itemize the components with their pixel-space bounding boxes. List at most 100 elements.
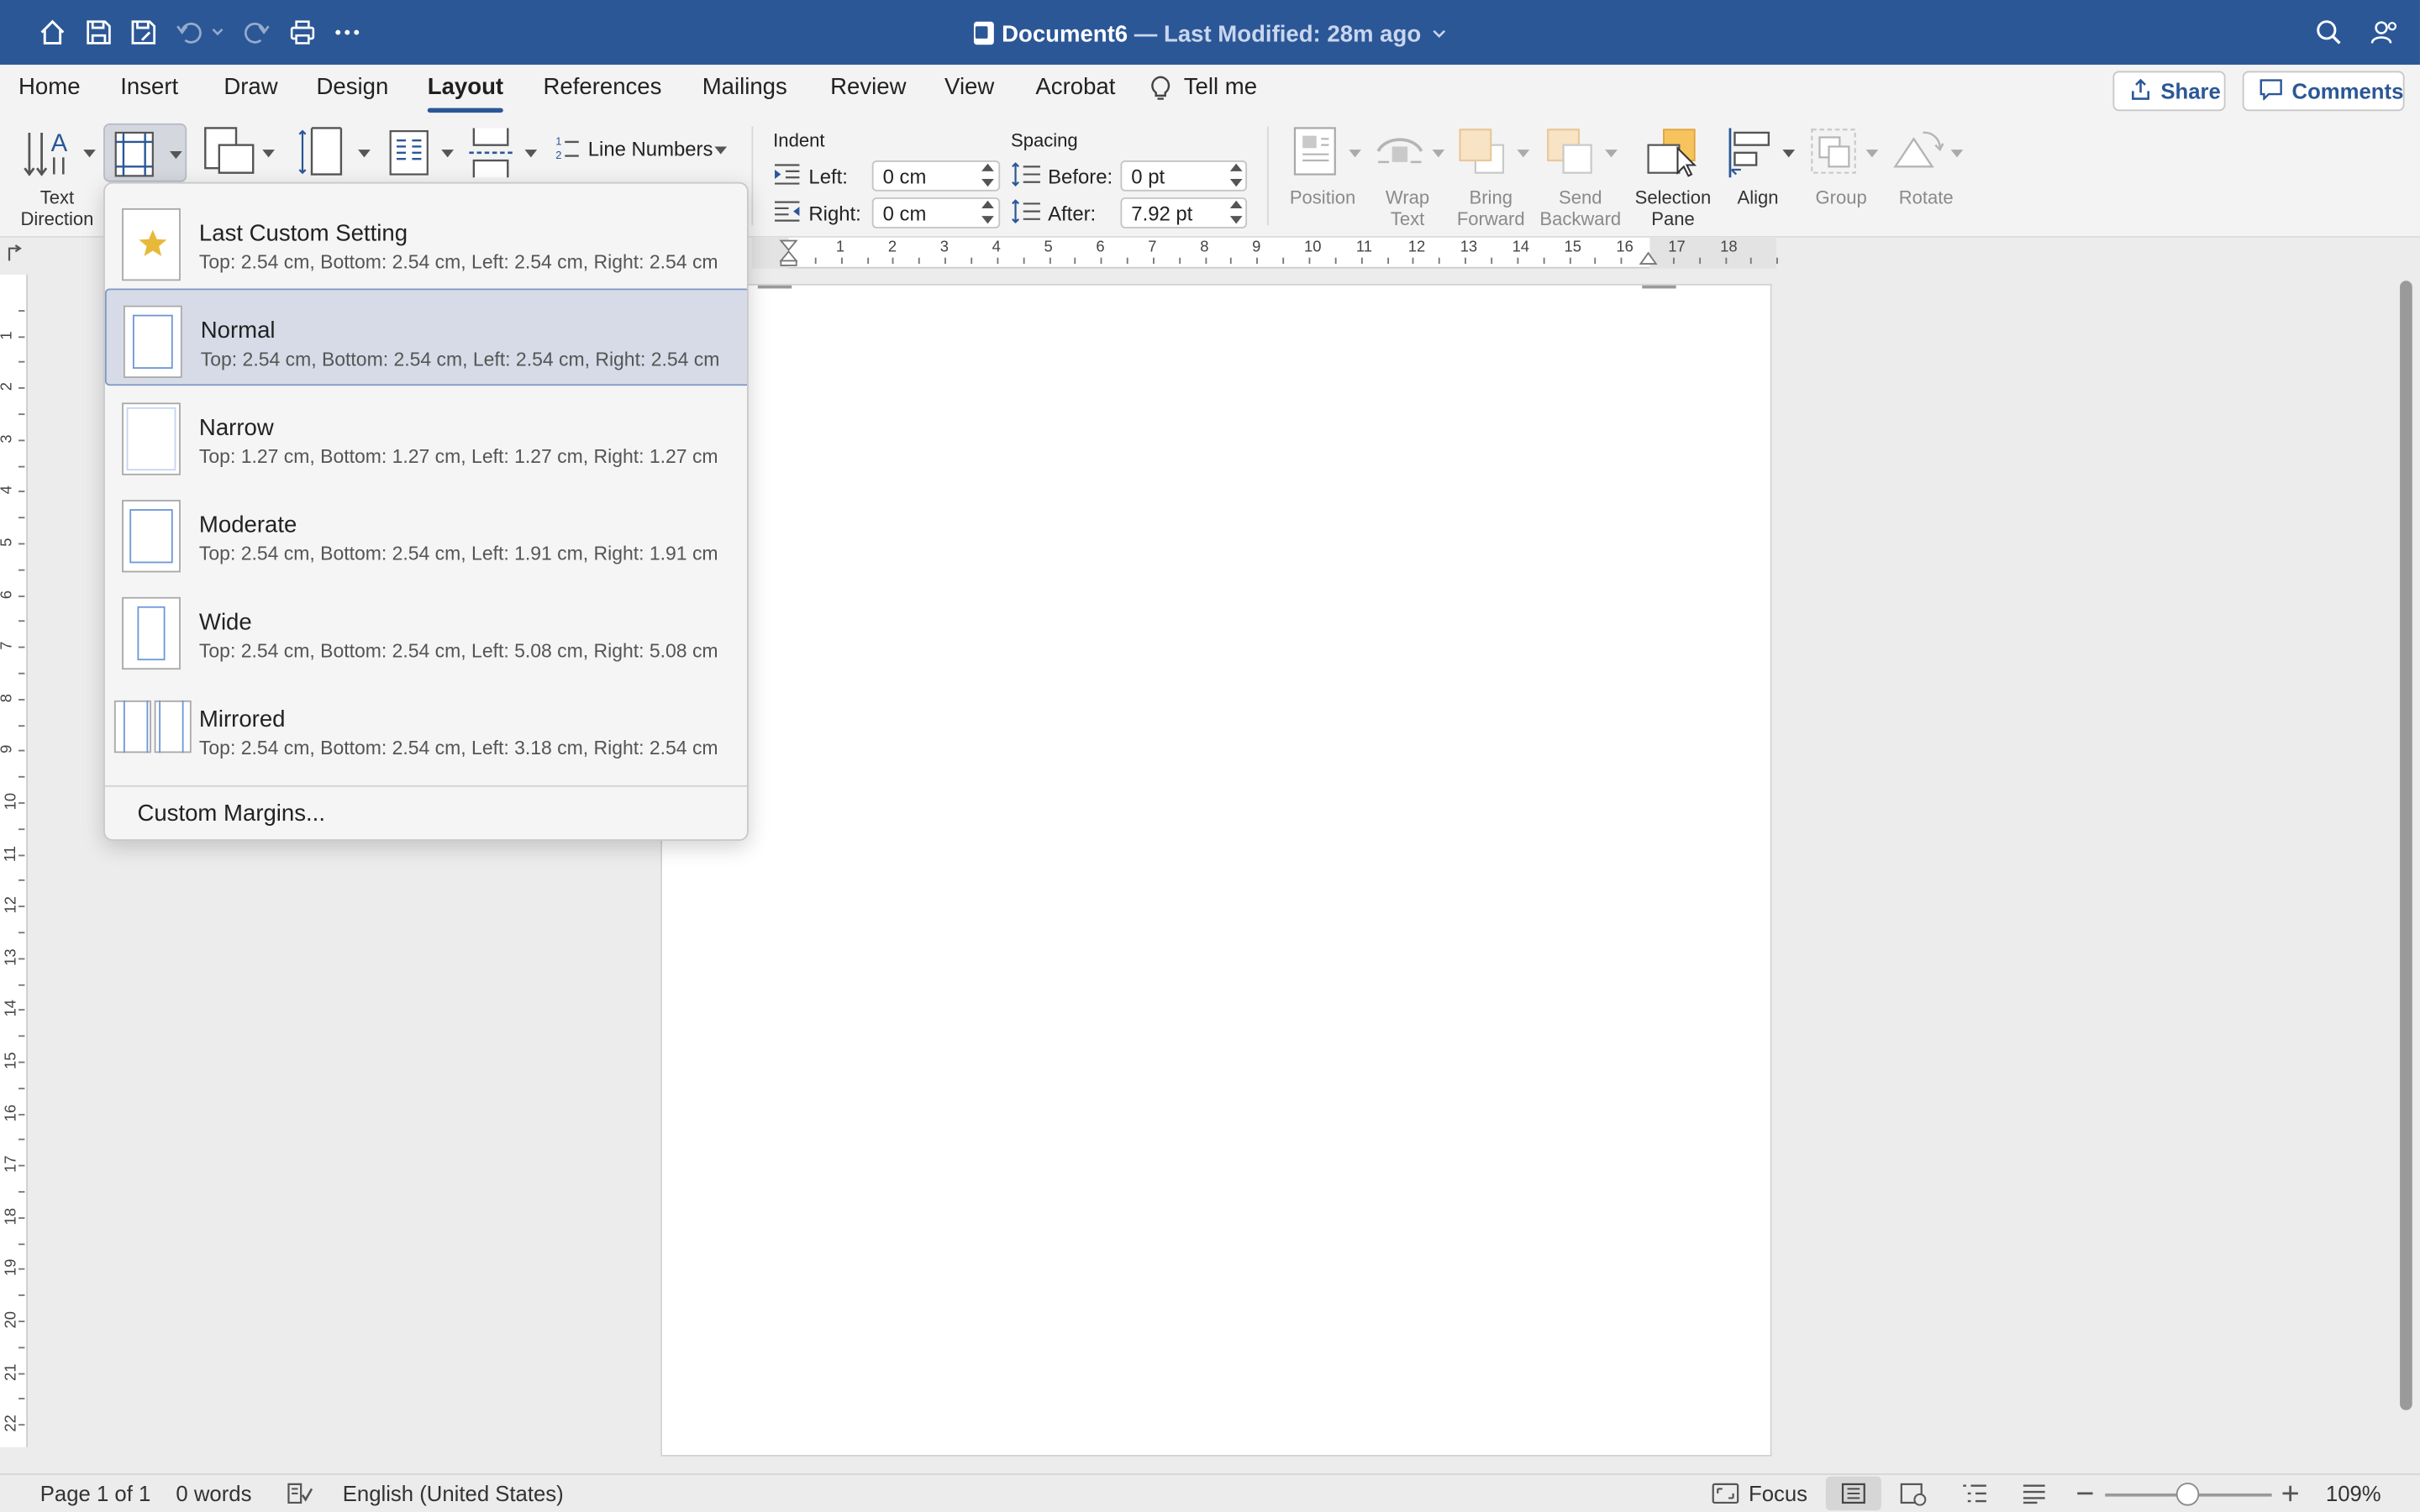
ruler-tick bbox=[18, 1347, 25, 1348]
print-layout-view-icon[interactable] bbox=[1825, 1476, 1881, 1511]
margin-option-mirrored[interactable]: Mirrored Top: 2.54 cm, Bottom: 2.54 cm, … bbox=[105, 679, 747, 776]
breaks-icon[interactable] bbox=[468, 127, 514, 187]
spacing-after-field[interactable]: 7.92 pt bbox=[1120, 197, 1248, 228]
ruler-tick bbox=[892, 257, 895, 265]
send-backward-icon[interactable] bbox=[1545, 127, 1595, 184]
tab-acrobat[interactable]: Acrobat bbox=[1035, 74, 1115, 100]
tab-design[interactable]: Design bbox=[317, 74, 389, 100]
line-numbers-icon[interactable]: 12 bbox=[555, 134, 580, 170]
vertical-ruler[interactable]: 1 2 3 4 5 6 7 8 9 10 11 12 13 14 15 16 17 18 19 20 21 22 bbox=[0, 274, 29, 1447]
word-count[interactable]: 0 words bbox=[176, 1481, 251, 1505]
ruler-tick bbox=[997, 257, 998, 265]
size-dropdown[interactable] bbox=[358, 150, 371, 158]
ruler-tick bbox=[1178, 257, 1181, 265]
vertical-scrollbar[interactable] bbox=[2400, 281, 2412, 1410]
spacing-before-stepper[interactable] bbox=[1229, 160, 1243, 192]
spacing-after-stepper[interactable] bbox=[1229, 197, 1243, 228]
document-title[interactable]: Document6 — Last Modified: 28m ago bbox=[0, 18, 2420, 48]
custom-margins-item[interactable]: Custom Margins... bbox=[137, 801, 325, 827]
tab-home[interactable]: Home bbox=[18, 74, 80, 100]
wrap-text-icon[interactable] bbox=[1376, 129, 1423, 181]
horizontal-ruler[interactable]: 1 2 3 4 5 6 7 8 9 10 11 12 13 14 15 16 17 18 bbox=[751, 237, 1779, 269]
group-dropdown[interactable] bbox=[1865, 150, 1879, 158]
group-icon[interactable] bbox=[1809, 127, 1861, 187]
margin-option-last-custom[interactable]: Last Custom Setting Top: 2.54 cm, Bottom… bbox=[105, 193, 747, 291]
bring-forward-dropdown[interactable] bbox=[1517, 150, 1530, 158]
svg-text:1: 1 bbox=[555, 135, 561, 148]
columns-dropdown[interactable] bbox=[441, 150, 454, 158]
ruler-tick bbox=[18, 776, 25, 779]
breaks-dropdown[interactable] bbox=[524, 150, 538, 158]
tab-references[interactable]: References bbox=[544, 74, 662, 100]
proofing-icon[interactable] bbox=[286, 1481, 313, 1512]
ruler-tick bbox=[1049, 257, 1050, 265]
ribbon-separator bbox=[751, 126, 754, 226]
columns-icon[interactable] bbox=[389, 129, 429, 183]
wrap-text-dropdown[interactable] bbox=[1432, 150, 1445, 158]
margin-option-wide[interactable]: Wide Top: 2.54 cm, Bottom: 2.54 cm, Left… bbox=[105, 581, 747, 679]
text-direction-icon[interactable]: A bbox=[24, 127, 76, 190]
tab-view[interactable]: View bbox=[944, 74, 994, 100]
text-direction-dropdown[interactable] bbox=[83, 150, 96, 158]
document-name: Document6 bbox=[1002, 21, 1128, 48]
ruler-number: 14 bbox=[1512, 239, 1530, 256]
star-icon bbox=[137, 228, 168, 267]
outline-view-icon[interactable] bbox=[1961, 1483, 1987, 1512]
draft-view-icon[interactable] bbox=[2022, 1483, 2046, 1512]
indent-right-stepper[interactable] bbox=[981, 197, 994, 228]
position-dropdown[interactable] bbox=[1349, 150, 1361, 158]
zoom-level[interactable]: 109% bbox=[2326, 1481, 2381, 1505]
bring-forward-icon[interactable] bbox=[1457, 127, 1507, 184]
margin-option-narrow[interactable]: Narrow Top: 1.27 cm, Bottom: 1.27 cm, Le… bbox=[105, 387, 747, 485]
line-numbers-dropdown[interactable] bbox=[714, 146, 728, 155]
zoom-out-icon[interactable] bbox=[2075, 1483, 2094, 1510]
document-page[interactable] bbox=[660, 283, 1772, 1457]
selection-pane-icon[interactable] bbox=[1645, 127, 1701, 187]
tab-draw[interactable]: Draw bbox=[224, 74, 277, 100]
zoom-in-icon[interactable] bbox=[2281, 1483, 2300, 1510]
tab-mailings[interactable]: Mailings bbox=[702, 74, 787, 100]
ruler-number: 3 bbox=[0, 434, 16, 444]
position-icon[interactable] bbox=[1293, 127, 1336, 184]
focus-icon[interactable] bbox=[1712, 1483, 1739, 1512]
indent-left-stepper[interactable] bbox=[981, 160, 994, 192]
align-icon[interactable] bbox=[1725, 127, 1777, 187]
line-numbers-label[interactable]: Line Numbers bbox=[588, 137, 713, 160]
margin-option-moderate[interactable]: Moderate Top: 2.54 cm, Bottom: 2.54 cm, … bbox=[105, 485, 747, 582]
ruler-tick bbox=[1282, 257, 1285, 265]
margin-option-desc: Top: 1.27 cm, Bottom: 1.27 cm, Left: 1.2… bbox=[198, 445, 718, 468]
share-button[interactable]: Share bbox=[2112, 71, 2226, 112]
ruler-tick bbox=[1491, 257, 1492, 265]
ruler-number: 8 bbox=[0, 693, 16, 702]
send-backward-dropdown[interactable] bbox=[1605, 150, 1618, 158]
web-layout-view-icon[interactable] bbox=[1900, 1483, 1928, 1512]
tab-selector-icon[interactable] bbox=[5, 242, 24, 270]
ruler-number: 1 bbox=[0, 330, 16, 339]
rotate-dropdown[interactable] bbox=[1950, 150, 1964, 158]
size-icon[interactable] bbox=[297, 127, 344, 184]
search-icon[interactable] bbox=[2312, 15, 2345, 49]
tab-review[interactable]: Review bbox=[830, 74, 906, 100]
account-icon[interactable] bbox=[2367, 15, 2401, 49]
ruler-tick bbox=[18, 1087, 25, 1089]
orientation-icon[interactable] bbox=[203, 127, 255, 184]
ruler-tick bbox=[18, 672, 25, 675]
rotate-icon[interactable] bbox=[1892, 127, 1944, 181]
spacing-before-field[interactable]: 0 pt bbox=[1120, 160, 1248, 192]
right-indent-marker[interactable] bbox=[1639, 247, 1658, 275]
tell-me-box[interactable]: Tell me bbox=[1184, 74, 1257, 100]
tab-layout[interactable]: Layout bbox=[427, 74, 504, 113]
language-status[interactable]: English (United States) bbox=[343, 1481, 564, 1505]
ruler-tick bbox=[18, 984, 25, 985]
left-indent-marker[interactable] bbox=[779, 239, 798, 275]
position-label: Position bbox=[1289, 186, 1356, 208]
tab-insert[interactable]: Insert bbox=[120, 74, 178, 100]
focus-label[interactable]: Focus bbox=[1749, 1481, 1807, 1505]
align-dropdown[interactable] bbox=[1782, 150, 1796, 158]
margin-option-normal[interactable]: Normal Top: 2.54 cm, Bottom: 2.54 cm, Le… bbox=[104, 288, 747, 386]
orientation-dropdown[interactable] bbox=[262, 150, 275, 158]
zoom-slider-knob[interactable] bbox=[2175, 1483, 2200, 1506]
comments-button[interactable]: Comments bbox=[2242, 71, 2405, 112]
page-count[interactable]: Page 1 of 1 bbox=[40, 1481, 151, 1505]
margins-button[interactable] bbox=[103, 123, 187, 182]
